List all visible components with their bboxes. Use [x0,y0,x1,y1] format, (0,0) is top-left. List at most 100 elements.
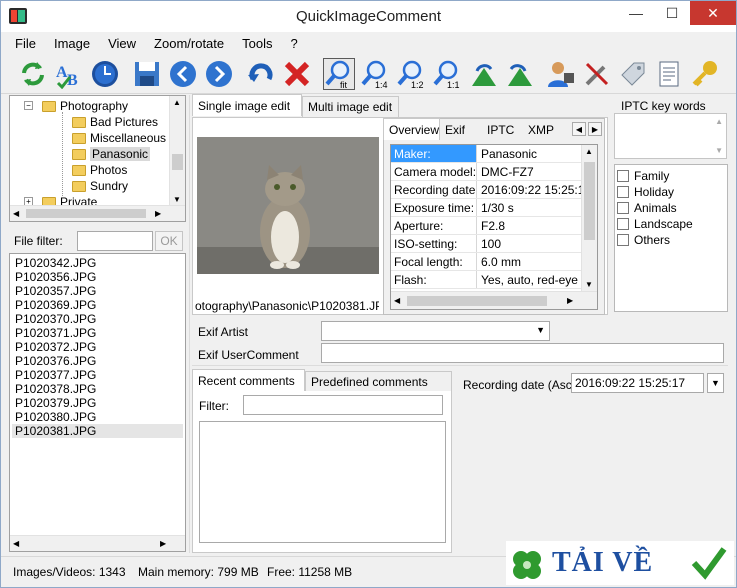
tab-multi-image-edit[interactable]: Multi image edit [302,96,399,118]
recording-date-input[interactable]: 2016:09:22 15:25:17 [571,373,704,393]
menu-view[interactable]: View [108,36,136,51]
expand-icon[interactable]: + [24,197,33,205]
folder-tree-item[interactable]: Panasonic [72,146,151,162]
checkbox-icon[interactable] [617,234,629,246]
exif-artist-input[interactable]: ▼ [321,321,550,341]
scroll-right-icon[interactable]: ▶ [567,296,573,305]
folder-tree-item[interactable]: − Photography [24,98,128,114]
undo-icon[interactable] [245,58,277,90]
keyword-animals[interactable]: Animals [617,200,725,216]
table-row[interactable]: ISO-setting: 100 [391,235,581,253]
scroll-right-icon[interactable]: ▶ [155,209,161,218]
scroll-left-icon[interactable]: ◀ [394,296,400,305]
scroll-left-icon[interactable]: ◀ [13,209,19,218]
tab-single-image-edit[interactable]: Single image edit [192,94,302,116]
list-item[interactable]: P1020378.JPG [12,382,183,396]
folder-tree-item[interactable]: Photos [72,162,127,178]
checkbox-icon[interactable] [617,218,629,230]
zoom-1-1-icon[interactable]: 1:1 [431,58,463,90]
tree-horizontal-scrollbar[interactable]: ◀ ▶ [10,205,185,221]
checkbox-icon[interactable] [617,186,629,198]
scroll-up-icon[interactable]: ▲ [585,147,593,156]
keyword-others[interactable]: Others [617,232,725,248]
tree-vertical-scrollbar[interactable]: ▲ ▼ [169,96,185,206]
forward-arrow-icon[interactable] [203,58,235,90]
close-window-button[interactable]: ✕ [690,1,736,25]
scrollbar-thumb[interactable] [584,162,595,240]
zoom-1-2-icon[interactable]: 1:2 [395,58,427,90]
zoom-fit-icon[interactable]: fit [323,58,355,90]
menu-file[interactable]: File [15,36,36,51]
table-row[interactable]: Flash: Yes, auto, red-eye red [391,271,581,289]
keyword-family[interactable]: Family [617,168,725,184]
list-item[interactable]: P1020357.JPG [12,284,183,298]
chevron-down-icon[interactable]: ▼ [536,325,545,335]
key-icon[interactable] [689,58,721,90]
scrollbar-thumb[interactable] [407,296,547,306]
tab-overview[interactable]: Overview [383,118,440,140]
scroll-left-icon[interactable]: ◀ [13,539,19,548]
menu-help[interactable]: ? [291,36,298,51]
recording-date-dropdown-button[interactable]: ▼ [707,373,724,393]
folder-tree-item[interactable]: Miscellaneous [72,130,166,146]
refresh-icon[interactable] [17,58,49,90]
list-item[interactable]: P1020380.JPG [12,410,183,424]
comment-filter-input[interactable] [243,395,443,415]
file-filter-ok-button[interactable]: OK [155,231,183,251]
table-row[interactable]: Exposure time: 1/30 s [391,199,581,217]
folder-tree-item[interactable]: Bad Pictures [72,114,158,130]
zoom-1-4-icon[interactable]: 1:4 [359,58,391,90]
list-item[interactable]: P1020377.JPG [12,368,183,382]
scroll-down-icon[interactable]: ▼ [585,280,593,289]
menu-tools[interactable]: Tools [242,36,272,51]
list-item[interactable]: P1020379.JPG [12,396,183,410]
back-arrow-icon[interactable] [167,58,199,90]
list-item[interactable]: P1020370.JPG [12,312,183,326]
delete-icon[interactable] [281,58,313,90]
document-icon[interactable] [653,58,685,90]
iptc-keywords-textbox[interactable]: ▲ ▼ [614,113,727,159]
folder-tree-item[interactable]: Sundry [72,178,128,194]
scrollbar-thumb[interactable] [172,154,183,170]
table-row[interactable]: Maker: Panasonic [391,145,581,163]
table-row[interactable]: Camera model: DMC-FZ7 [391,163,581,181]
scrollbar-thumb[interactable] [26,209,146,218]
menu-image[interactable]: Image [54,36,90,51]
list-item[interactable]: P1020372.JPG [12,340,183,354]
rotate-right-icon[interactable] [503,58,535,90]
checkbox-icon[interactable] [617,202,629,214]
list-item[interactable]: P1020376.JPG [12,354,183,368]
tab-scroll-right-button[interactable]: ▶ [588,122,602,136]
tag-icon[interactable] [617,58,649,90]
tab-recent-comments[interactable]: Recent comments [192,369,305,391]
file-filter-input[interactable] [77,231,153,251]
list-item[interactable]: P1020356.JPG [12,270,183,284]
keyword-holiday[interactable]: Holiday [617,184,725,200]
keyword-landscape[interactable]: Landscape [617,216,725,232]
list-item[interactable]: P1020381.JPG [12,424,183,438]
table-row[interactable]: Aperture: F2.8 [391,217,581,235]
overview-horizontal-scrollbar[interactable]: ◀ ▶ [391,291,597,309]
minimize-button[interactable]: — [618,1,654,25]
scroll-up-icon[interactable]: ▲ [173,98,181,107]
comments-list[interactable] [199,421,446,543]
scroll-up-icon[interactable]: ▲ [715,117,723,126]
tab-scroll-left-button[interactable]: ◀ [572,122,586,136]
menu-zoom-rotate[interactable]: Zoom/rotate [154,36,224,51]
tab-exif[interactable]: Exif [445,123,465,137]
rotate-left-icon[interactable] [467,58,499,90]
tab-xmp[interactable]: XMP [528,123,554,137]
checkbox-icon[interactable] [617,170,629,182]
table-row[interactable]: Focal length: 6.0 mm [391,253,581,271]
scroll-right-icon[interactable]: ▶ [160,539,166,548]
save-icon[interactable] [131,58,163,90]
folder-tree-item[interactable]: + Private [24,194,97,205]
table-row[interactable]: Recording date: 2016:09:22 15:25:17 [391,181,581,199]
file-list-horizontal-scrollbar[interactable]: ◀ ▶ [10,535,185,551]
expand-icon[interactable]: − [24,101,33,110]
scroll-down-icon[interactable]: ▼ [173,195,181,204]
spell-check-icon[interactable]: AB [53,58,85,90]
clock-icon[interactable] [89,58,121,90]
list-item[interactable]: P1020371.JPG [12,326,183,340]
list-item[interactable]: P1020369.JPG [12,298,183,312]
